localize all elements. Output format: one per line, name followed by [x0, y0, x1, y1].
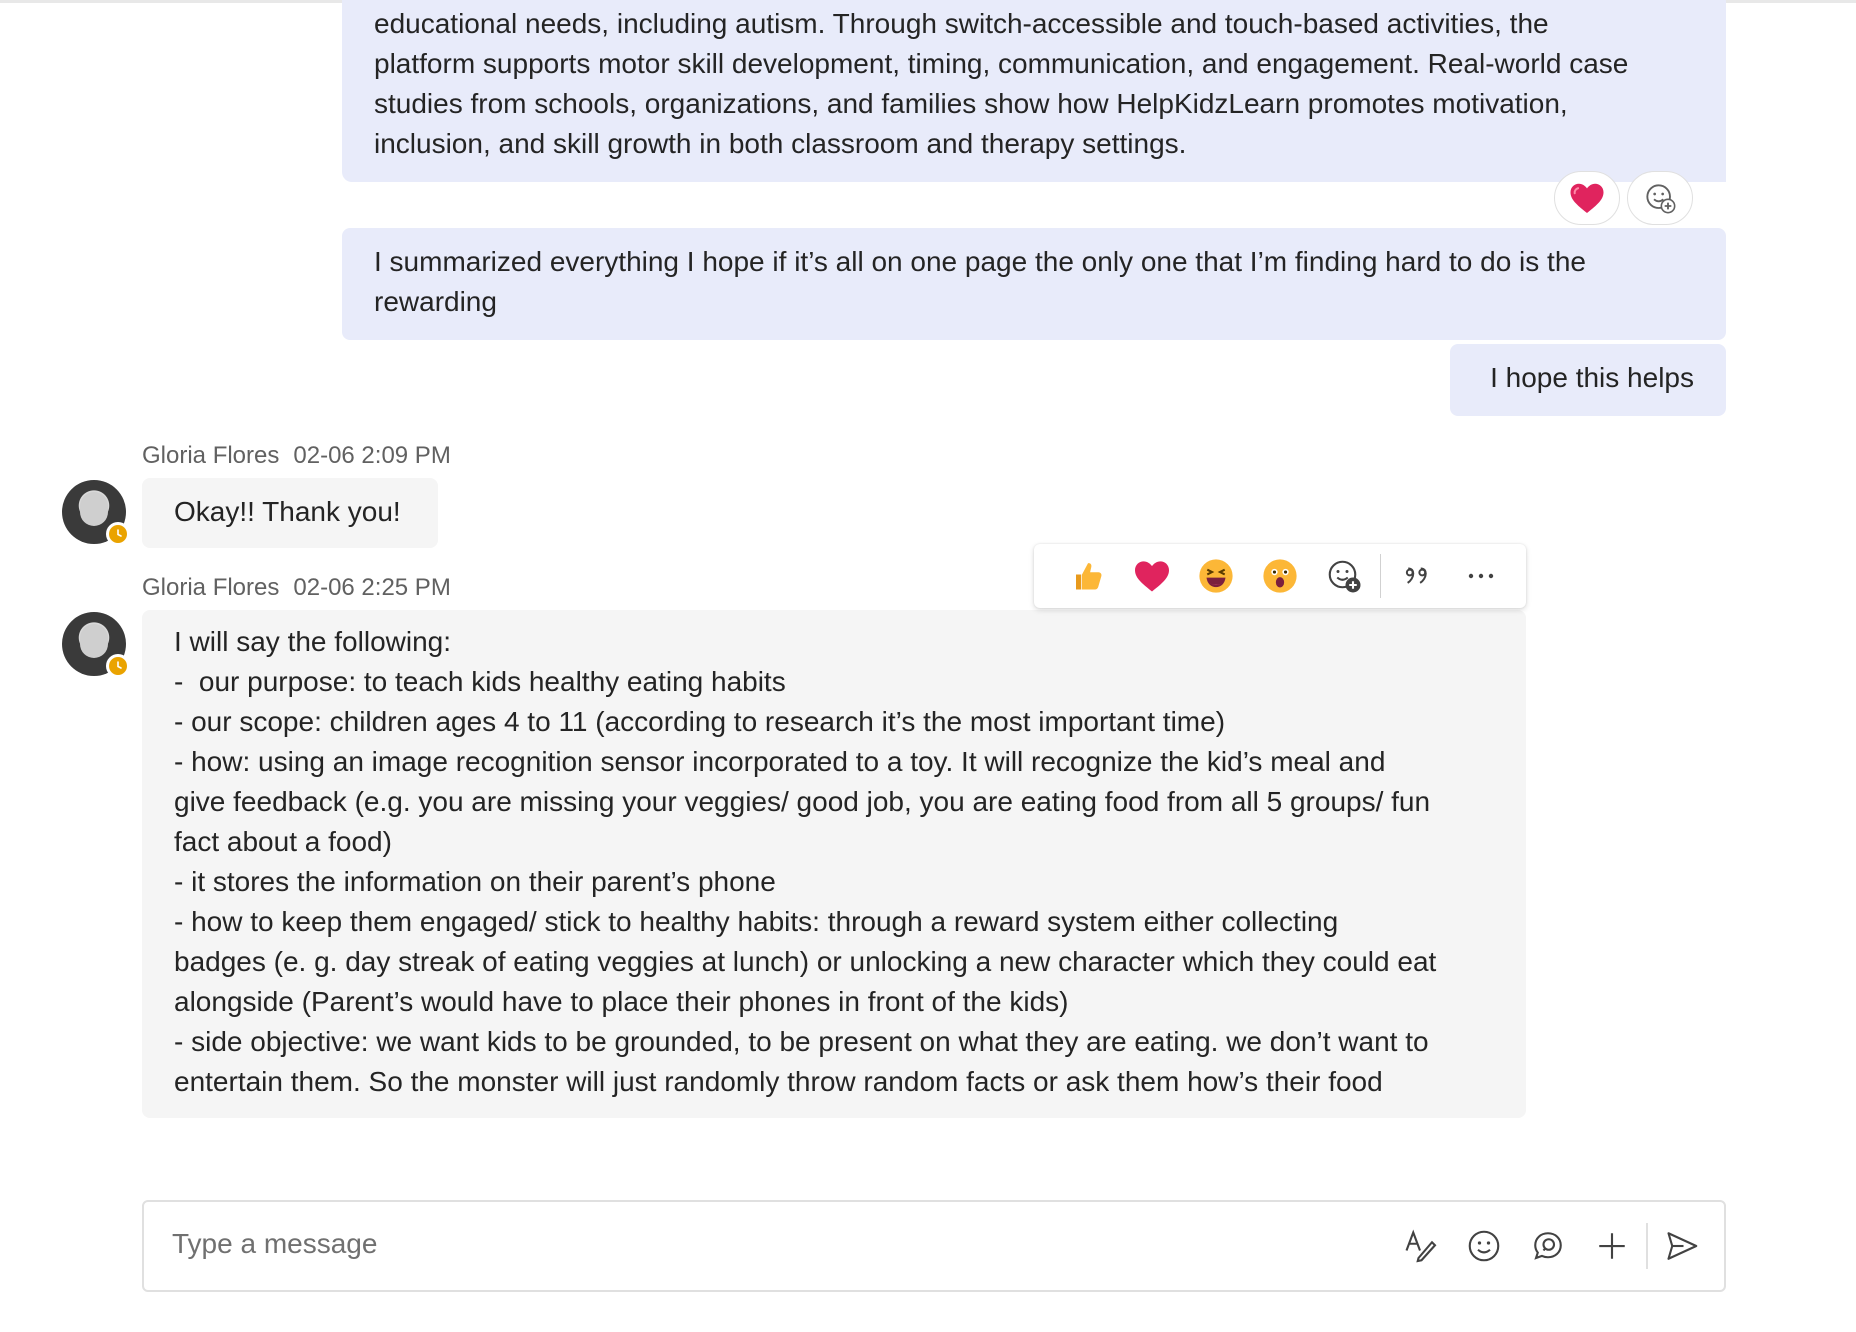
- message-line: educational needs, including autism. Thr…: [374, 8, 1549, 39]
- message-line: fact about a food): [174, 826, 392, 857]
- message-input[interactable]: Type a message: [172, 1228, 377, 1260]
- message-timestamp: 02-06 2:09 PM: [293, 442, 451, 469]
- send-icon: [1667, 1232, 1698, 1260]
- format-button[interactable]: [1388, 1218, 1452, 1274]
- avatar-face: [80, 492, 108, 526]
- message-meta: Gloria Flores 02-06 2:09 PM: [142, 442, 451, 470]
- message-line: studies from schools, organizations, and…: [374, 88, 1568, 119]
- message-composer[interactable]: Type a message: [142, 1200, 1726, 1292]
- emoji-icon: [1468, 1230, 1500, 1262]
- toolbar-divider: [1380, 554, 1381, 598]
- sender-name: Gloria Flores: [142, 574, 280, 601]
- message-line: - it stores the information on their par…: [174, 866, 776, 897]
- other-message-bubble[interactable]: Okay!! Thank you!: [142, 478, 438, 548]
- thumbs-up-icon: [1076, 563, 1102, 590]
- away-status-icon: [106, 654, 130, 678]
- send-button[interactable]: [1650, 1218, 1714, 1274]
- message-line: alongside (Parent’s would have to place …: [174, 986, 1069, 1017]
- message-line: I will say the following:: [174, 626, 452, 657]
- heart-icon: [1570, 183, 1604, 213]
- message-line: - side objective: we want kids to be gro…: [174, 1026, 1429, 1057]
- add-reaction-icon: [1328, 560, 1361, 593]
- message-line: badges (e. g. day streak of eating veggi…: [174, 946, 1437, 977]
- avatar[interactable]: [62, 612, 130, 678]
- message-timestamp: 02-06 2:25 PM: [293, 574, 451, 601]
- heart-reaction-badge[interactable]: [1554, 171, 1620, 225]
- surprised-icon: [1263, 559, 1297, 593]
- add-reaction-icon: [1646, 184, 1676, 214]
- thumbs-up-button[interactable]: [1056, 544, 1120, 608]
- message-line: give feedback (e.g. you are missing your…: [174, 786, 1431, 817]
- add-reaction-button[interactable]: [1627, 171, 1693, 225]
- laughing-icon: [1199, 559, 1233, 593]
- message-line: rewarding: [374, 286, 497, 317]
- more-options-icon: [1468, 573, 1494, 579]
- self-message-bubble[interactable]: I hope this helps: [1450, 344, 1726, 416]
- message-line: - how: using an image recognition sensor…: [174, 746, 1386, 777]
- avatar[interactable]: [62, 480, 130, 546]
- message-line: - how to keep them engaged/ stick to hea…: [174, 906, 1339, 937]
- quote-button[interactable]: [1385, 544, 1449, 608]
- message-line: I summarized everything I hope if it’s a…: [374, 246, 1586, 277]
- reaction-toolbar: [1034, 544, 1526, 608]
- message-line: platform supports motor skill developmen…: [374, 48, 1629, 79]
- attach-button[interactable]: [1580, 1218, 1644, 1274]
- surprised-reaction-button[interactable]: [1248, 544, 1312, 608]
- quote-icon: [1405, 567, 1427, 584]
- sender-name: Gloria Flores: [142, 442, 280, 469]
- message-line: - our purpose: to teach kids healthy eat…: [174, 666, 786, 697]
- message-line: inclusion, and skill growth in both clas…: [374, 128, 1187, 159]
- self-message-bubble[interactable]: educational needs, including autism. Thr…: [342, 0, 1726, 182]
- message-line: entertain them. So the monster will just…: [174, 1066, 1383, 1097]
- attach-plus-icon: [1599, 1233, 1625, 1259]
- loop-button[interactable]: [1516, 1218, 1580, 1274]
- avatar-face: [80, 624, 108, 658]
- away-status-icon: [106, 522, 130, 546]
- laugh-reaction-button[interactable]: [1184, 544, 1248, 608]
- heart-icon: [1135, 561, 1169, 592]
- message-meta: Gloria Flores 02-06 2:25 PM: [142, 574, 451, 602]
- message-text: Okay!! Thank you!: [174, 496, 401, 527]
- loop-icon: [1534, 1232, 1562, 1260]
- add-reaction-button[interactable]: [1312, 544, 1376, 608]
- emoji-button[interactable]: [1452, 1218, 1516, 1274]
- heart-reaction-button[interactable]: [1120, 544, 1184, 608]
- self-message-bubble[interactable]: I summarized everything I hope if it’s a…: [342, 228, 1726, 340]
- other-message-bubble[interactable]: I will say the following: - our purpose:…: [142, 610, 1526, 1118]
- toolbar-divider: [1646, 1223, 1648, 1269]
- format-icon: [1405, 1229, 1437, 1263]
- composer-tools: [1388, 1218, 1714, 1274]
- message-text: I hope this helps: [1490, 362, 1694, 393]
- more-options-button[interactable]: [1449, 544, 1513, 608]
- message-line: - our scope: children ages 4 to 11 (acco…: [174, 706, 1226, 737]
